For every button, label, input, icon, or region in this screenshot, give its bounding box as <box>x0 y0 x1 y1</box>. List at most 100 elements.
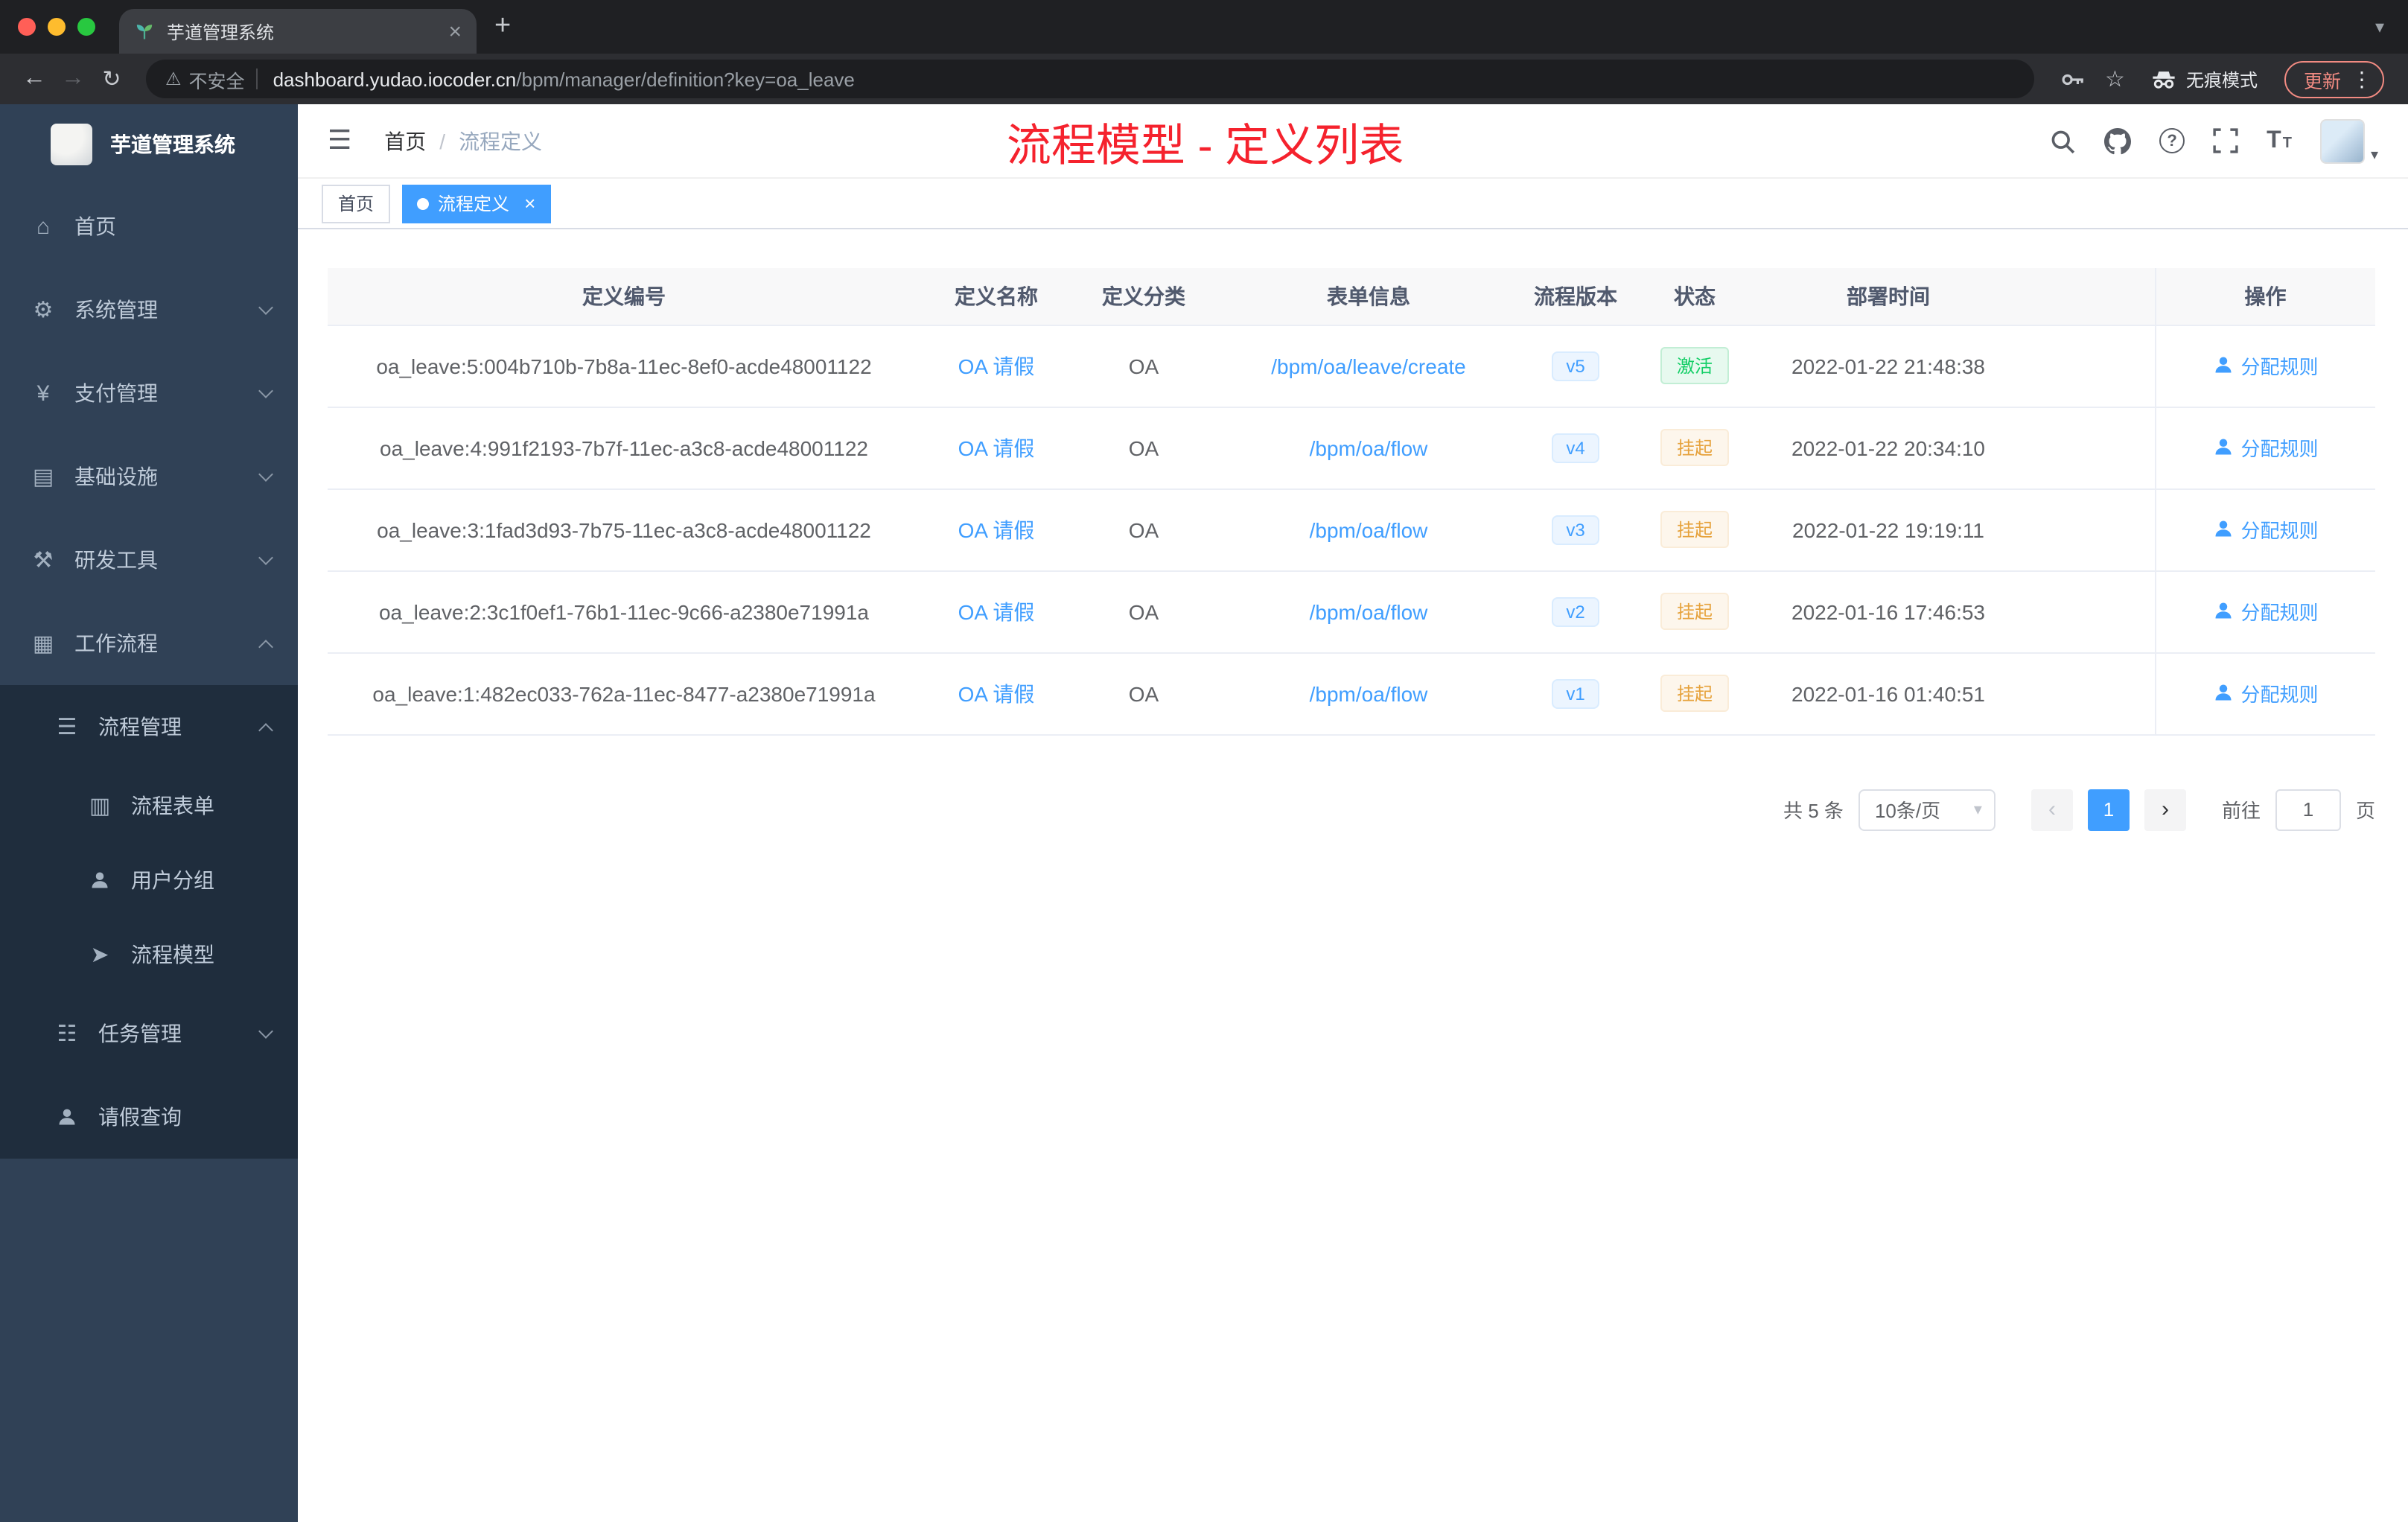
favicon-leaf-icon <box>136 25 153 39</box>
column-header-form: 表单信息 <box>1215 268 1522 325</box>
browser-menu-dots-icon[interactable]: ⋮ <box>2351 69 2372 89</box>
definition-name-link[interactable]: OA 请假 <box>958 354 1035 378</box>
definition-name-link[interactable]: OA 请假 <box>958 436 1035 459</box>
tag-close-icon[interactable]: × <box>524 192 535 214</box>
sidebar-item-task-management[interactable]: ☷ 任务管理 <box>0 992 298 1075</box>
warning-icon: ⚠ <box>165 69 182 89</box>
tab-title: 芋道管理系统 <box>167 22 275 42</box>
page-number-button[interactable]: 1 <box>2087 789 2130 830</box>
assign-rule-link[interactable]: 分配规则 <box>2212 433 2319 462</box>
omnibox-divider <box>256 69 258 89</box>
user-avatar-menu[interactable]: ▾ <box>2319 118 2378 163</box>
password-key-icon[interactable] <box>2059 66 2084 92</box>
window-close-button[interactable] <box>18 18 36 36</box>
bookmark-star-icon[interactable]: ☆ <box>2105 66 2125 92</box>
tab-close-icon[interactable]: × <box>448 20 462 42</box>
table-row: oa_leave:2:3c1f0ef1-76b1-11ec-9c66-a2380… <box>328 570 2375 653</box>
window-zoom-button[interactable] <box>77 18 95 36</box>
spacer-cell <box>2016 268 2155 325</box>
table-header-row: 定义编号 定义名称 定义分类 表单信息 流程版本 状态 部署时间 操作 <box>328 268 2375 325</box>
assign-rule-link[interactable]: 分配规则 <box>2212 679 2319 707</box>
sidebar-item-process-management[interactable]: ☰ 流程管理 <box>0 685 298 768</box>
sidebar-item-dev-tools[interactable]: ⚒ 研发工具 <box>0 518 298 602</box>
column-header-status: 状态 <box>1629 268 1760 325</box>
spacer-cell <box>2016 488 2155 571</box>
sidebar-item-label: 研发工具 <box>74 548 158 572</box>
table-row: oa_leave:1:482ec033-762a-11ec-8477-a2380… <box>328 652 2375 735</box>
column-header-deploy-time: 部署时间 <box>1760 268 2016 325</box>
back-button[interactable]: ← <box>15 66 54 92</box>
column-header-action: 操作 <box>2154 268 2375 325</box>
user-icon <box>2214 685 2231 701</box>
reload-button[interactable]: ↻ <box>92 66 131 92</box>
avatar[interactable] <box>2319 118 2365 163</box>
update-label[interactable]: 更新 <box>2304 65 2341 93</box>
forward-button[interactable]: → <box>54 66 92 92</box>
assign-rule-link[interactable]: 分配规则 <box>2212 597 2319 625</box>
chevron-down-icon <box>258 383 273 398</box>
tag-label: 流程定义 <box>438 194 510 214</box>
column-header-category: 定义分类 <box>1072 268 1215 325</box>
assign-rule-link[interactable]: 分配规则 <box>2212 515 2319 544</box>
chevron-down-icon: ▾ <box>1973 801 1982 819</box>
font-size-icon[interactable]: TT <box>2267 128 2292 153</box>
sidebar-item-workflow[interactable]: ▦ 工作流程 <box>0 602 298 685</box>
page-size-select[interactable]: 10条/页 ▾ <box>1858 789 1995 830</box>
form-link[interactable]: /bpm/oa/flow <box>1310 518 1428 541</box>
sidebar-item-process-model[interactable]: ➤ 流程模型 <box>0 917 298 992</box>
header-actions: ? TT ▾ <box>2049 118 2378 163</box>
next-page-button[interactable]: › <box>2144 789 2186 830</box>
hamburger-icon[interactable]: ☰ <box>328 125 351 156</box>
sidebar-item-leave-query[interactable]: 请假查询 <box>0 1075 298 1159</box>
user-icon <box>54 1107 80 1127</box>
deploy-time: 2022-01-22 19:19:11 <box>1760 488 2016 571</box>
sidebar: 芋道管理系统 ⌂ 首页 ⚙ 系统管理 ¥ 支付管理 ▤ 基础设施 ⚒ 研发工具 … <box>0 104 298 1522</box>
new-tab-button[interactable]: + <box>494 10 511 43</box>
user-icon <box>2214 357 2231 373</box>
security-label[interactable]: 不安全 <box>189 65 245 93</box>
page-size-value: 10条/页 <box>1874 800 1941 822</box>
tags-view-bar: 首页 流程定义 × <box>298 179 2408 229</box>
tag-process-definition[interactable]: 流程定义 × <box>402 184 551 223</box>
prev-page-button[interactable]: ‹ <box>2030 789 2073 830</box>
definition-table: 定义编号 定义名称 定义分类 表单信息 流程版本 状态 部署时间 操作 oa_l… <box>328 268 2375 735</box>
assign-rule-link[interactable]: 分配规则 <box>2212 351 2319 380</box>
definition-category: OA <box>1072 652 1215 735</box>
tab-search-caret-icon[interactable]: ▾ <box>2375 16 2408 37</box>
goto-page-input[interactable] <box>2275 789 2341 830</box>
definition-name-link[interactable]: OA 请假 <box>958 599 1035 623</box>
form-link[interactable]: /bpm/oa/leave/create <box>1271 354 1466 378</box>
main-area: ☰ 首页 / 流程定义 流程模型 - 定义列表 ? T T ▾ 首页 流程定义 … <box>298 104 2408 1522</box>
definition-name-link[interactable]: OA 请假 <box>958 518 1035 541</box>
sidebar-item-user-group[interactable]: 用户分组 <box>0 843 298 917</box>
browser-tab[interactable]: 芋道管理系统 × <box>119 9 477 54</box>
search-icon[interactable] <box>2049 127 2076 154</box>
form-link[interactable]: /bpm/oa/flow <box>1310 599 1428 623</box>
form-link[interactable]: /bpm/oa/flow <box>1310 681 1428 705</box>
sidebar-item-label: 请假查询 <box>98 1105 182 1129</box>
logo-avatar <box>51 124 92 165</box>
url-host: dashboard.yudao.iocoder.cn <box>273 68 517 90</box>
sidebar-item-payment[interactable]: ¥ 支付管理 <box>0 351 298 435</box>
column-header-id: 定义编号 <box>328 268 920 325</box>
sidebar-item-process-form[interactable]: ▥ 流程表单 <box>0 768 298 843</box>
address-bar[interactable]: ⚠ 不安全 dashboard.yudao.iocoder.cn /bpm/ma… <box>146 60 2034 98</box>
chevron-up-icon <box>258 722 273 737</box>
fullscreen-icon[interactable] <box>2213 128 2238 153</box>
goto-unit: 页 <box>2355 800 2375 822</box>
tag-home[interactable]: 首页 <box>322 184 391 223</box>
sidebar-item-infrastructure[interactable]: ▤ 基础设施 <box>0 435 298 518</box>
chrome-update-chip[interactable]: 更新 ⋮ <box>2284 60 2384 98</box>
github-icon[interactable] <box>2104 127 2132 154</box>
assign-rule-label: 分配规则 <box>2240 601 2319 624</box>
sidebar-logo[interactable]: 芋道管理系统 <box>0 104 298 185</box>
page-content: 定义编号 定义名称 定义分类 表单信息 流程版本 状态 部署时间 操作 oa_l… <box>298 229 2408 1522</box>
sidebar-item-home[interactable]: ⌂ 首页 <box>0 185 298 268</box>
window-minimize-button[interactable] <box>48 18 66 36</box>
definition-name-link[interactable]: OA 请假 <box>958 681 1035 705</box>
help-icon[interactable]: ? <box>2159 128 2185 153</box>
sidebar-item-system[interactable]: ⚙ 系统管理 <box>0 268 298 351</box>
user-icon <box>2214 439 2231 455</box>
breadcrumb-home-link[interactable]: 首页 <box>384 126 426 156</box>
form-link[interactable]: /bpm/oa/flow <box>1310 436 1428 459</box>
